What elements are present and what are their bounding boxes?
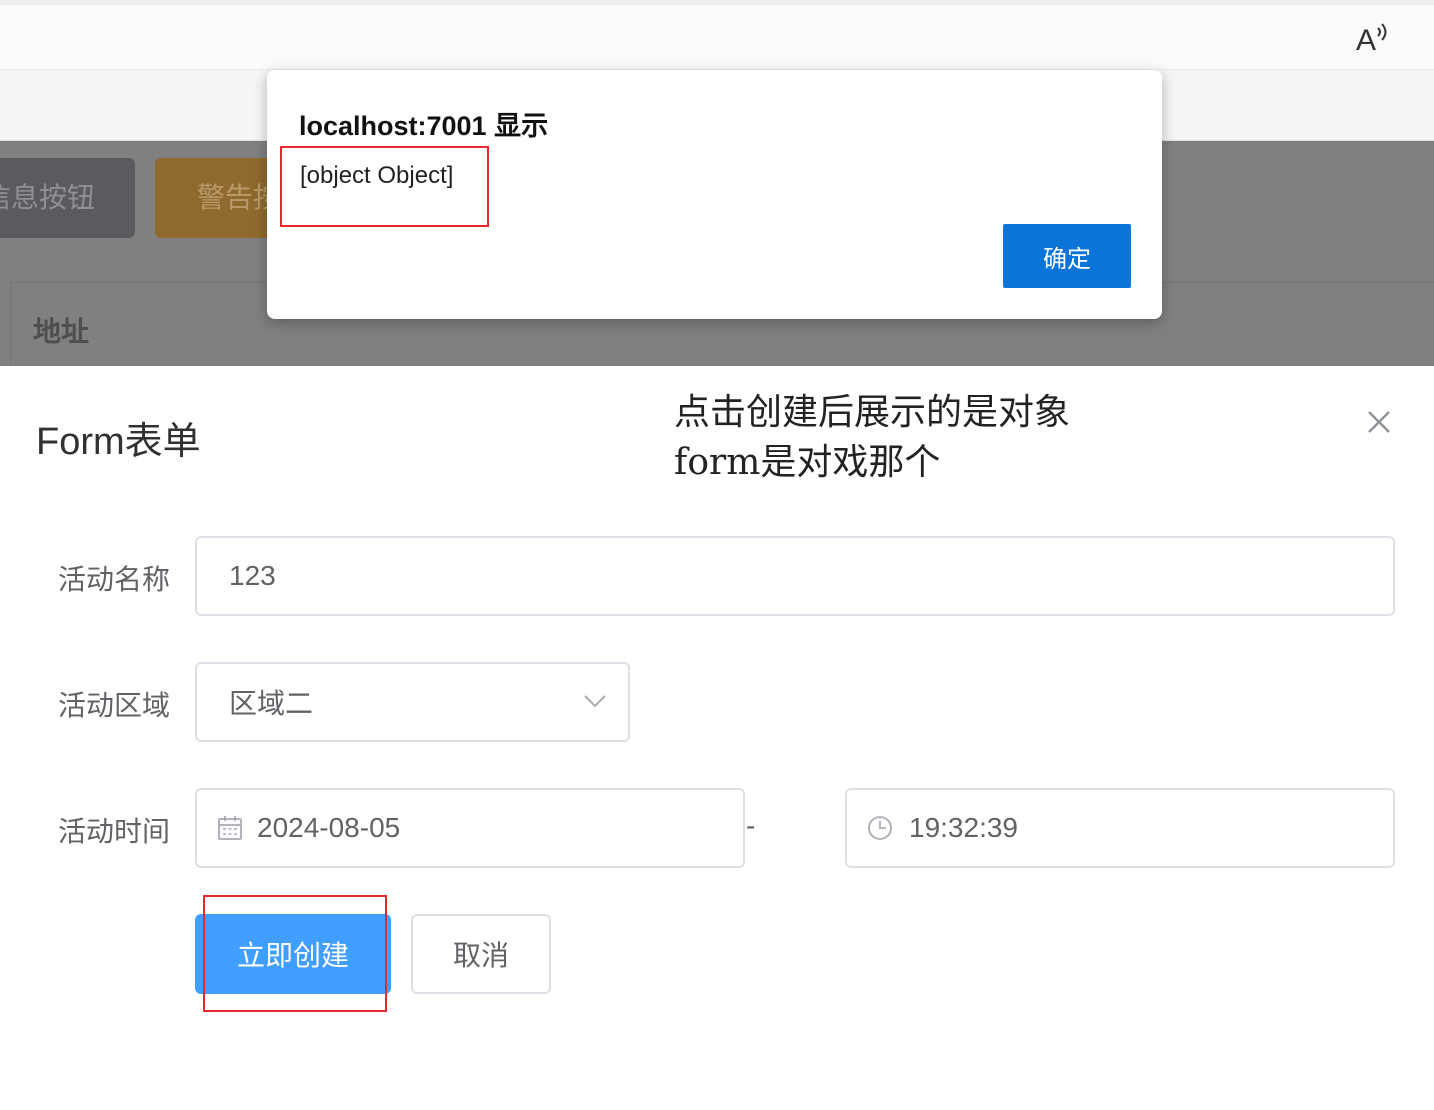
calendar-icon [217,815,243,841]
date-value: 2024-08-05 [257,812,401,843]
time-picker-input[interactable]: 19:32:39 [845,788,1395,868]
activity-region-select[interactable]: 区域二 [195,662,630,742]
annotation-highlight-create [203,895,387,1012]
date-picker-input[interactable]: 2024-08-05 [195,788,745,868]
chevron-down-icon[interactable] [582,688,608,714]
activity-region-label: 活动区域 [58,690,171,721]
alert-title: localhost:7001 显示 [299,111,549,141]
form-dialog-title: Form表单 [36,421,201,463]
read-aloud-icon[interactable]: A [1352,20,1392,57]
clock-icon [867,815,893,841]
activity-name-label: 活动名称 [58,564,171,595]
activity-name-value: 123 [229,560,276,591]
date-time-separator: - [746,810,756,841]
alert-ok-button[interactable]: 确定 [1003,224,1131,288]
annotation-highlight-message [280,146,489,227]
activity-region-value: 区域二 [229,688,314,719]
cancel-button[interactable]: 取消 [411,914,551,994]
info-button: 信息按钮 [0,158,135,238]
svg-text:A: A [1356,24,1376,54]
annotation-line-1: 点击创建后展示的是对象 [674,392,1071,433]
activity-time-label: 活动时间 [58,816,171,847]
activity-name-input[interactable]: 123 [195,536,1395,616]
close-icon[interactable] [1362,405,1396,439]
browser-toolbar [0,5,1434,70]
table-header-address: 地址 [33,316,90,347]
time-value: 19:32:39 [909,812,1018,843]
annotation-line-2: form是对戏那个 [674,442,941,483]
annotation-note: 点击创建后展示的是对象 form是对戏那个 [674,388,1070,488]
table-border [10,282,11,366]
